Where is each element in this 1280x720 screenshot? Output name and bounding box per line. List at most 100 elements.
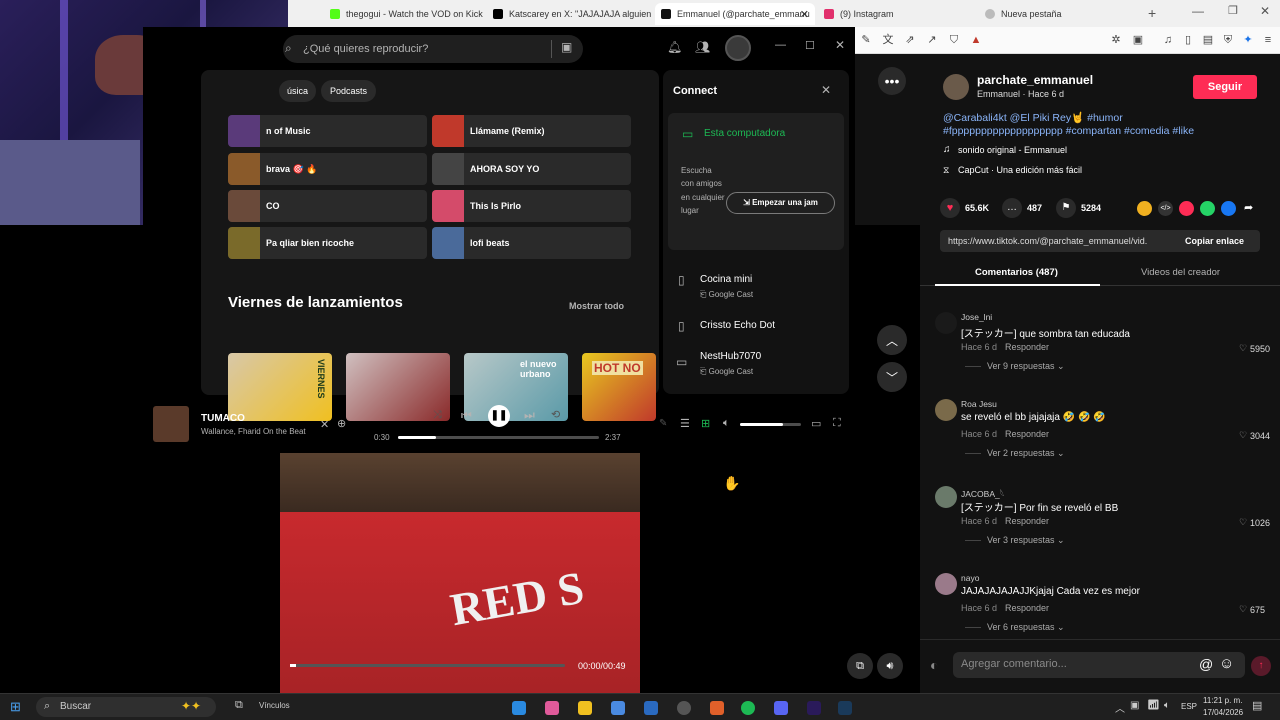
creator-avatar[interactable] xyxy=(943,74,969,100)
file-explorer-icon[interactable] xyxy=(578,701,592,715)
comment-input[interactable]: Agregar comentario... @ ☺ xyxy=(953,652,1245,678)
queue-icon[interactable]: ☰ xyxy=(680,417,690,430)
video-progress-track[interactable] xyxy=(290,664,565,667)
pip-button[interactable]: ⧉ xyxy=(847,653,873,679)
mail-icon[interactable] xyxy=(644,701,658,715)
capcut-promo[interactable]: CapCut · Una edición más fácil xyxy=(958,165,1082,175)
album-cover[interactable]: VIERNES xyxy=(228,353,332,421)
repost-icon[interactable] xyxy=(1137,201,1152,216)
emoji-icon[interactable]: ☺ xyxy=(1219,655,1234,672)
task-view-icon[interactable]: ⧉ xyxy=(235,699,243,712)
close-tab-icon[interactable]: ✕ xyxy=(800,8,809,21)
browse-icon[interactable]: ▣ xyxy=(561,40,572,54)
external-link-icon[interactable]: ⇗ xyxy=(903,33,917,47)
now-playing-cover[interactable] xyxy=(153,406,189,442)
quick-card[interactable]: Pa qliar bien ricoche xyxy=(228,227,427,259)
edge-icon[interactable] xyxy=(512,701,526,715)
device-name[interactable]: Crissto Echo Dot xyxy=(700,320,775,331)
quick-card[interactable]: Llámame (Remix) xyxy=(432,115,631,147)
reply-button[interactable]: Responder xyxy=(1005,516,1049,526)
copilot-icon[interactable] xyxy=(545,701,559,715)
tab-comments[interactable]: Comentarios (487) xyxy=(975,267,1058,278)
sidebar-icon[interactable]: ▯ xyxy=(1181,33,1195,47)
filter-chip[interactable]: Podcasts xyxy=(321,80,377,102)
follow-button[interactable]: Seguir xyxy=(1193,75,1257,99)
show-all-link[interactable]: Mostrar todo xyxy=(569,301,624,311)
previous-video-button[interactable]: ︿ xyxy=(877,325,907,355)
rewards-icon[interactable]: ▲ xyxy=(969,33,983,47)
comment-icon[interactable]: … xyxy=(1002,198,1022,218)
bookmark-icon[interactable]: ⚑ xyxy=(1056,198,1076,218)
friends-icon[interactable]: 👥︎ xyxy=(695,40,710,54)
commenter-avatar[interactable] xyxy=(935,573,957,595)
miniplayer-icon[interactable]: ▭ xyxy=(811,417,821,430)
commenter-name[interactable]: Roa Jesu xyxy=(961,399,997,409)
clock-date[interactable]: 17/04/2026 xyxy=(1203,708,1243,717)
commenter-name[interactable]: Jose_lni xyxy=(961,312,992,322)
menu-icon[interactable]: ≡ xyxy=(1261,33,1275,47)
extension-icon[interactable]: ✦ xyxy=(1241,33,1255,47)
creator-username[interactable]: parchate_emmanuel xyxy=(977,73,1093,87)
view-replies[interactable]: Ver 9 respuestas ⌄ xyxy=(987,361,1065,372)
vpn-icon[interactable]: ⛨ xyxy=(1221,33,1235,47)
commenter-avatar[interactable] xyxy=(935,486,957,508)
tab-creator-videos[interactable]: Videos del creador xyxy=(1141,267,1220,278)
music-icon[interactable]: ♫ xyxy=(1161,33,1175,47)
quick-card[interactable]: This Is Pirlo xyxy=(432,190,631,222)
volume-slider[interactable] xyxy=(740,423,801,426)
quick-card[interactable]: brava 🎯 🔥 xyxy=(228,153,427,185)
more-options-button[interactable]: ••• xyxy=(878,67,906,95)
quick-card[interactable]: AHORA SOY YO xyxy=(432,153,631,185)
view-replies[interactable]: Ver 3 respuestas ⌄ xyxy=(987,535,1065,546)
quick-card[interactable]: CO xyxy=(228,190,427,222)
filter-chip[interactable]: úsica xyxy=(279,80,317,102)
track-artist[interactable]: Wallance, Fharid On the Beat xyxy=(201,427,306,436)
pause-button[interactable]: ❚❚ xyxy=(488,405,510,427)
spotify-icon[interactable] xyxy=(741,701,755,715)
comment-like-icon[interactable]: ♡ xyxy=(1239,604,1247,615)
quick-card[interactable]: lofi beats xyxy=(432,227,631,259)
reply-button[interactable]: Responder xyxy=(1005,342,1049,352)
caption-line[interactable]: @Carabali4kt @El Piki Rey🤘 #humor xyxy=(943,111,1123,124)
screenshot-icon[interactable]: ▣ xyxy=(1131,33,1145,47)
tab-kick[interactable]: thegogui - Watch the VOD on Kick xyxy=(330,3,490,25)
tray-chevron-icon[interactable]: ︿ xyxy=(1115,700,1125,715)
volume-button[interactable]: 🔊︎ xyxy=(877,653,903,679)
mention-icon[interactable]: @ xyxy=(1199,656,1213,672)
store-icon[interactable] xyxy=(611,701,625,715)
close-icon[interactable]: ✕ xyxy=(835,38,845,52)
shuffle-icon[interactable]: ⤨ xyxy=(433,409,442,422)
profile-avatar[interactable] xyxy=(725,35,751,61)
comment-like-icon[interactable]: ♡ xyxy=(1239,430,1247,441)
track-title[interactable]: TUMACO xyxy=(201,413,245,424)
extensions-icon[interactable]: ✲ xyxy=(1109,33,1123,47)
caption-hashtags[interactable]: #fppppppppppppppppppp #compartan #comedi… xyxy=(943,125,1194,137)
previous-icon[interactable]: ⏮︎ xyxy=(461,408,472,423)
tab-new[interactable]: Nueva pestaña xyxy=(985,3,1145,25)
brave-shield-icon[interactable]: ⛉ xyxy=(947,33,961,47)
premiere-icon[interactable] xyxy=(807,701,821,715)
view-replies[interactable]: Ver 6 respuestas ⌄ xyxy=(987,622,1065,633)
tab-instagram[interactable]: (9) Instagram xyxy=(820,3,980,25)
device-name[interactable]: Cocina mini xyxy=(700,274,752,285)
send-icon[interactable] xyxy=(1179,201,1194,216)
brave-icon[interactable] xyxy=(710,701,724,715)
facebook-icon[interactable] xyxy=(1221,201,1236,216)
next-icon[interactable]: ⏭︎ xyxy=(524,408,535,423)
language-indicator[interactable]: ESP xyxy=(1181,702,1197,711)
comment-like-icon[interactable]: ♡ xyxy=(1239,343,1247,354)
lyrics-icon[interactable]: ✎ xyxy=(659,418,667,429)
maximize-icon[interactable]: ❐ xyxy=(1228,4,1238,17)
comment-like-icon[interactable]: ♡ xyxy=(1239,517,1247,528)
clock-time[interactable]: 11:21 p. m. xyxy=(1203,696,1242,705)
embed-icon[interactable]: </> xyxy=(1158,201,1173,216)
search-input[interactable]: ¿Qué quieres reproducir? xyxy=(303,43,428,55)
like-icon[interactable]: ♥ xyxy=(940,198,960,218)
video-link[interactable]: https://www.tiktok.com/@parchate_emmanue… xyxy=(948,236,1148,246)
reader-icon[interactable]: ✎ xyxy=(859,33,873,47)
repeat-icon[interactable]: ⟲ xyxy=(551,408,560,421)
commenter-name[interactable]: JACOBA_𓆩 xyxy=(961,486,1005,500)
discord-icon[interactable] xyxy=(774,701,788,715)
playback-progress[interactable] xyxy=(398,436,599,439)
obs-icon[interactable] xyxy=(677,701,691,715)
